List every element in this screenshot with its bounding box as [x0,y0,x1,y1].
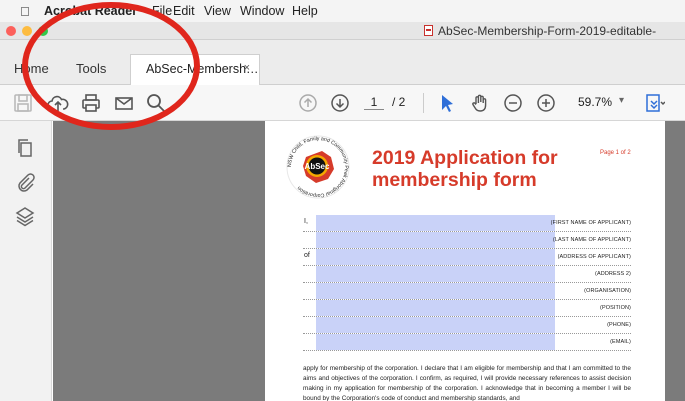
organisation-field[interactable] [316,283,555,299]
page-display-icon[interactable] [643,92,666,114]
form-row-email: (EMAIL) [303,334,631,351]
close-icon[interactable]: × [244,62,250,74]
phone-field[interactable] [316,317,555,333]
apple-icon[interactable]:  [20,4,30,19]
select-cursor-icon[interactable] [436,92,458,114]
menu-edit[interactable]: Edit [173,4,195,18]
pdf-file-icon [424,25,433,36]
window-close-button[interactable] [6,26,16,36]
last-name-field[interactable] [316,232,555,248]
field-caption: (POSITION) [600,305,631,311]
toolbar-divider [423,93,424,113]
zoom-level-select[interactable]: 59.7% [578,95,612,109]
address-2-field[interactable] [316,266,555,282]
form-row-address-2: (ADDRESS 2) [303,266,631,283]
address-field[interactable] [316,249,555,265]
window-minimize-button[interactable] [22,26,32,36]
document-canvas[interactable]: NSW Child, Family and Community Peak Abo… [53,121,685,401]
first-name-field[interactable] [316,215,555,231]
zoom-out-icon[interactable] [502,92,524,114]
field-caption: (FIRST NAME OF APPLICANT) [550,220,631,226]
page-total: / 2 [392,95,406,109]
form-row-position: (POSITION) [303,300,631,317]
page-indicator: Page 1 of 2 [600,150,631,156]
form-row-address: of (ADDRESS OF APPLICANT) [303,249,631,266]
field-caption: (ADDRESS OF APPLICANT) [557,254,631,260]
pdf-page: NSW Child, Family and Community Peak Abo… [265,121,665,401]
layers-icon[interactable] [14,205,36,227]
left-sidebar [0,121,52,401]
field-caption: (PHONE) [607,322,631,328]
field-prefix: I, [304,218,308,225]
logo-text: AbSec [305,162,330,171]
form-row-phone: (PHONE) [303,317,631,334]
save-icon[interactable] [12,92,34,114]
annotation-circle [22,2,200,130]
form-row-organisation: (ORGANISATION) [303,283,631,300]
document-title-line2: membership form [372,169,537,191]
field-caption: (ADDRESS 2) [595,271,631,277]
menu-help[interactable]: Help [292,4,318,18]
page-thumbnails-icon[interactable] [14,137,36,159]
email-field[interactable] [316,334,555,350]
field-caption: (ORGANISATION) [584,288,631,294]
field-caption: (EMAIL) [610,339,631,345]
field-prefix: of [304,252,310,259]
page-number-input[interactable]: 1 [364,95,384,110]
position-field[interactable] [316,300,555,316]
menu-window[interactable]: Window [240,4,284,18]
form-row-first-name: I, (FIRST NAME OF APPLICANT) [303,215,631,232]
form-row-last-name: (LAST NAME OF APPLICANT) [303,232,631,249]
chevron-down-icon[interactable]: ▾ [619,95,624,106]
attachments-icon[interactable] [14,171,36,193]
menu-view[interactable]: View [204,4,231,18]
field-caption: (LAST NAME OF APPLICANT) [552,237,631,243]
previous-page-icon[interactable] [297,92,319,114]
document-title: 2019 Application for membership form [372,147,558,191]
document-title-line1: 2019 Application for [372,147,558,169]
hand-tool-icon[interactable] [469,92,491,114]
declaration-paragraph: apply for membership of the corporation.… [303,365,631,401]
absec-logo: NSW Child, Family and Community Peak Abo… [284,133,352,201]
next-page-icon[interactable] [329,92,351,114]
zoom-in-icon[interactable] [535,92,557,114]
